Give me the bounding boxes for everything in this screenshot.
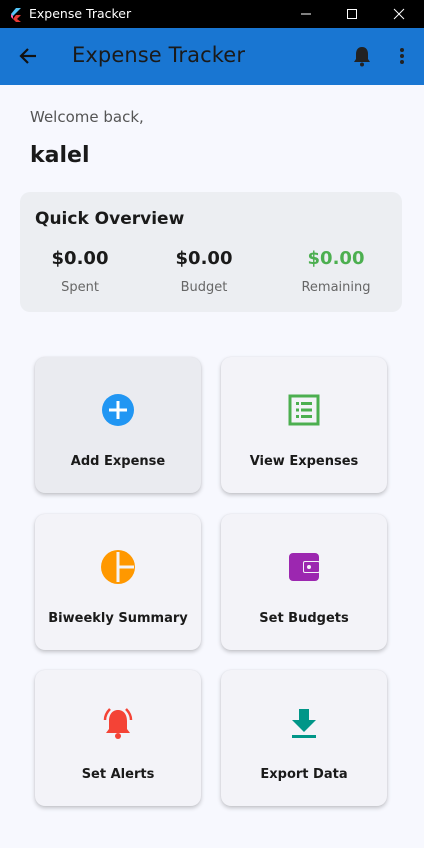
page-title: Expense Tracker [72,43,246,67]
tile-label: Biweekly Summary [48,611,188,626]
window-titlebar[interactable]: Expense Tracker [0,0,424,28]
stat-remaining: $0.00 Remaining [276,248,396,295]
notifications-button[interactable] [350,44,374,68]
download-icon [221,706,387,740]
arrow-back-icon [19,48,36,64]
bell-icon [354,47,370,67]
app-bar: Expense Tracker [0,28,424,85]
stat-spent: $0.00 Spent [20,248,140,295]
list-alt-icon [221,393,387,427]
overview-title: Quick Overview [35,209,185,229]
minimize-button[interactable] [283,0,329,28]
stat-budget: $0.00 Budget [144,248,264,295]
close-icon [393,8,405,20]
maximize-button[interactable] [329,0,375,28]
stat-value: $0.00 [51,248,109,269]
welcome-text: Welcome back, [30,108,144,126]
tile-label: Add Expense [70,454,166,469]
biweekly-summary-button[interactable]: Biweekly Summary [35,514,201,650]
stat-label: Budget [180,280,228,295]
view-expenses-button[interactable]: View Expenses [221,357,387,493]
stat-label: Remaining [301,280,371,295]
export-data-button[interactable]: Export Data [221,670,387,806]
tile-label: Set Alerts [81,767,155,782]
stat-value: $0.00 [175,248,233,269]
more-vert-icon [400,48,404,64]
app-window: Expense Tracker Expense Tracker Welcome … [0,0,424,848]
tile-label: View Expenses [249,454,359,469]
close-button[interactable] [376,0,422,28]
minimize-icon [301,13,311,15]
flutter-logo-icon [9,7,23,22]
more-options-button[interactable] [392,44,412,68]
alarm-icon [35,706,201,740]
window-title: Expense Tracker [29,6,132,21]
set-alerts-button[interactable]: Set Alerts [35,670,201,806]
pie-chart-icon [35,550,201,584]
set-budgets-button[interactable]: Set Budgets [221,514,387,650]
quick-overview-card: Quick Overview $0.00 Spent $0.00 Budget … [20,192,402,312]
stat-value: $0.00 [307,248,365,269]
tile-label: Set Budgets [259,611,349,626]
tile-label: Export Data [260,767,348,782]
add-circle-icon [35,393,201,427]
back-button[interactable] [14,42,42,70]
wallet-icon [221,550,387,584]
username: kalel [30,143,90,168]
add-expense-button[interactable]: Add Expense [35,357,201,493]
maximize-icon [347,9,357,19]
stat-label: Spent [61,280,99,295]
